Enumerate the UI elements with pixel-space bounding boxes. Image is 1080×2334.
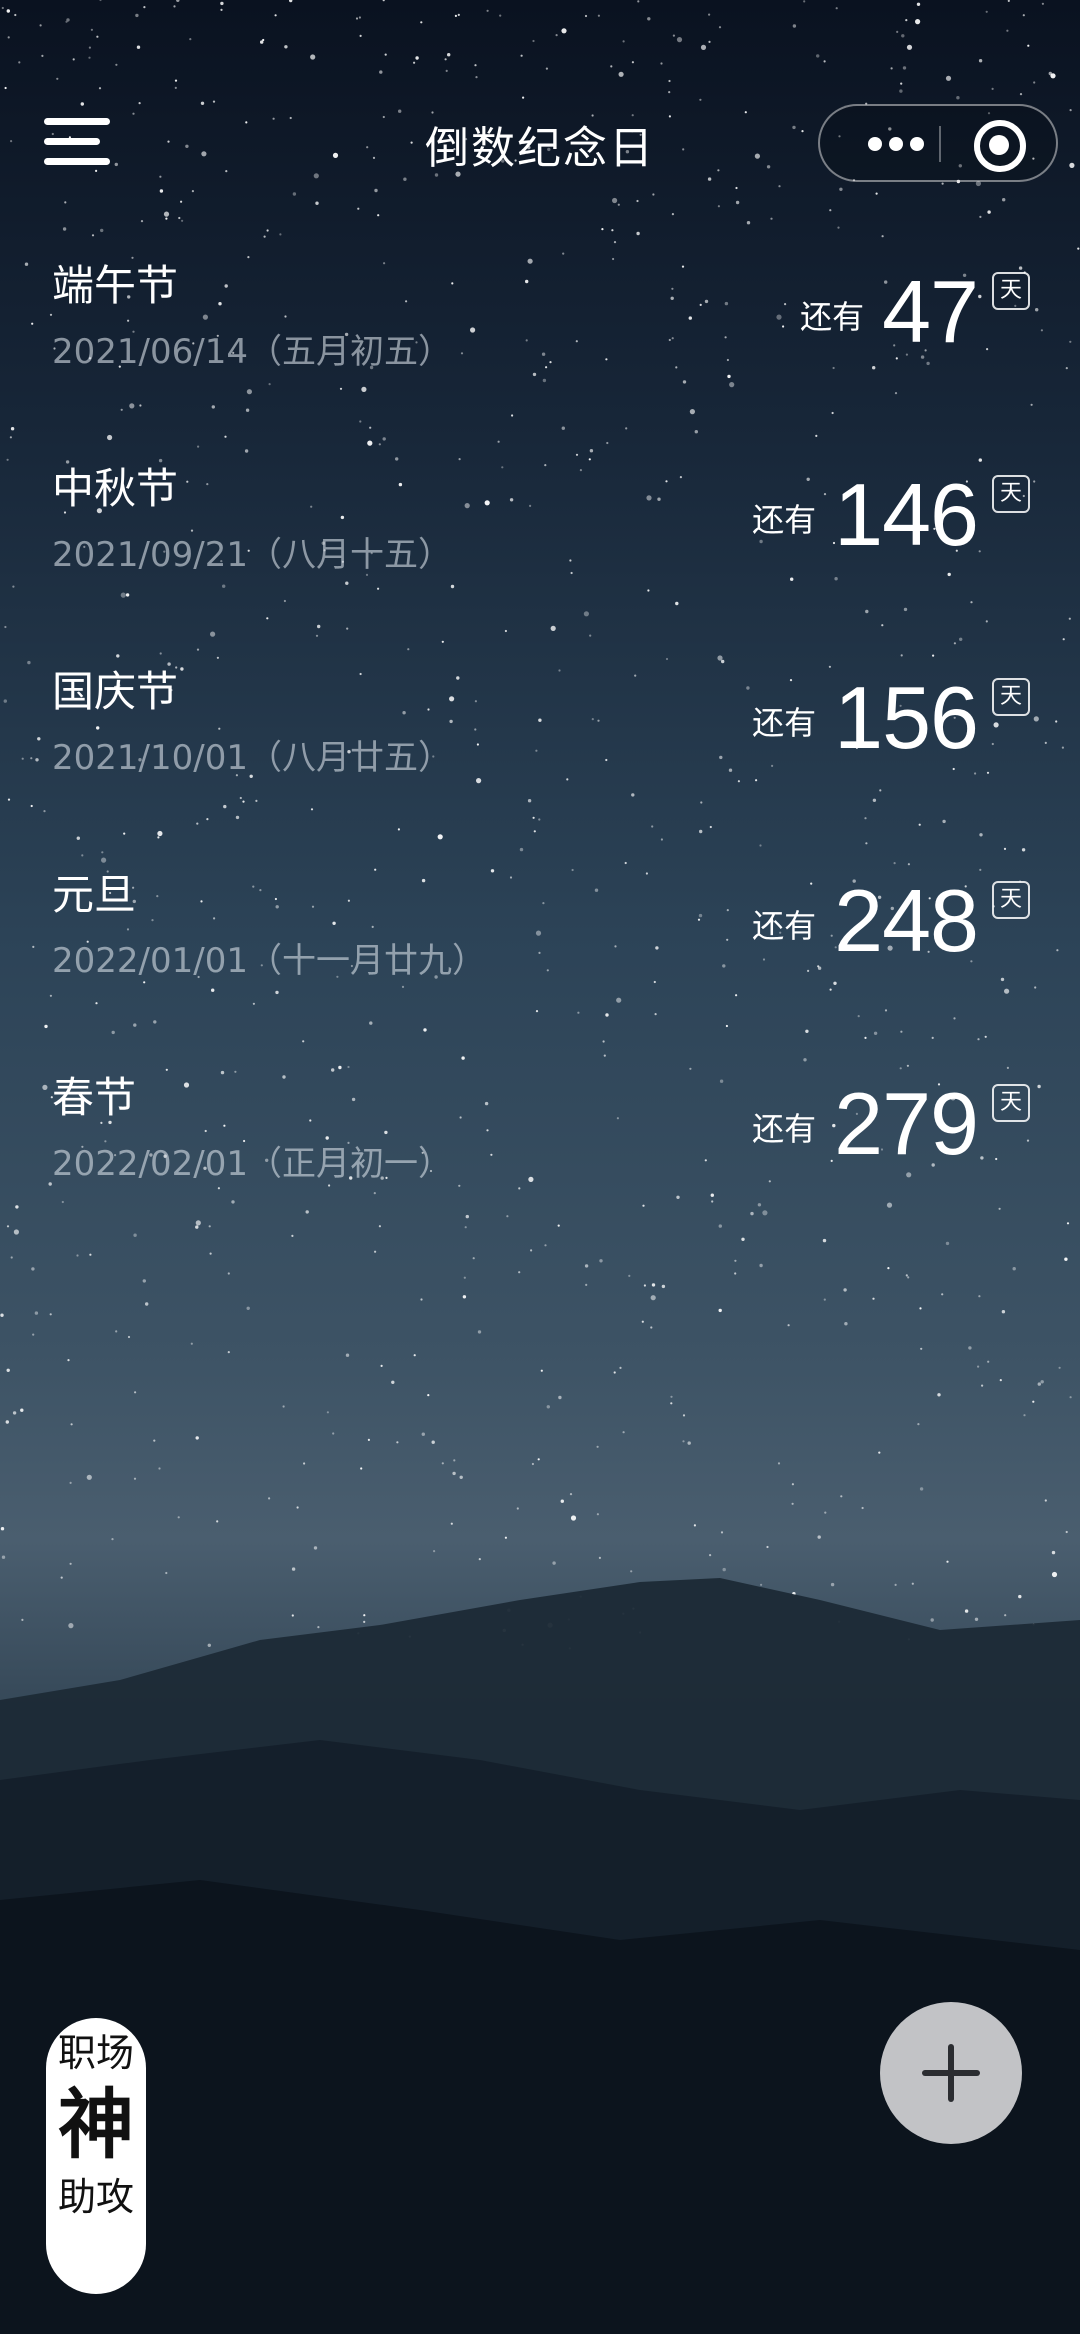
badge-line3: 助攻 — [57, 2175, 134, 2219]
days-count: 248 — [834, 871, 979, 970]
event-date: 2021/09/21（八月十五） — [52, 535, 452, 575]
day-unit-badge: 天 — [992, 272, 1030, 310]
app-screen: 倒数纪念日 端午节 2021/06/14（五月初五） 还有 47 天 中秋节 2… — [0, 0, 1080, 2334]
capsule-divider — [939, 126, 941, 162]
days-count: 47 — [882, 262, 979, 361]
days-count: 156 — [834, 668, 979, 767]
mini-program-capsule — [818, 104, 1058, 182]
countdown: 还有 156 天 — [752, 668, 1030, 767]
page-title: 倒数纪念日 — [425, 123, 655, 174]
event-date: 2021/10/01（八月廿五） — [52, 738, 452, 778]
add-event-button[interactable] — [880, 2002, 1022, 2144]
event-name: 中秋节 — [52, 464, 179, 513]
day-unit-badge: 天 — [992, 881, 1030, 919]
mini-program-close-icon[interactable] — [970, 116, 1028, 174]
remaining-label: 还有 — [752, 907, 817, 945]
event-name: 春节 — [52, 1073, 137, 1122]
more-dots-icon[interactable] — [850, 106, 930, 180]
remaining-label: 还有 — [800, 298, 865, 336]
event-name: 元旦 — [52, 870, 137, 919]
day-unit-badge: 天 — [992, 1084, 1030, 1122]
event-date: 2022/02/01（正月初一） — [52, 1144, 452, 1184]
event-item[interactable]: 端午节 2021/06/14（五月初五） 还有 47 天 — [0, 252, 1080, 432]
countdown: 还有 146 天 — [752, 465, 1030, 564]
days-count: 146 — [834, 465, 979, 564]
event-item[interactable]: 春节 2022/02/01（正月初一） 还有 279 天 — [0, 1064, 1080, 1244]
hamburger-icon — [44, 118, 110, 125]
remaining-label: 还有 — [752, 704, 817, 742]
day-unit-badge: 天 — [992, 678, 1030, 716]
event-date: 2021/06/14（五月初五） — [52, 332, 452, 372]
menu-button[interactable] — [44, 118, 112, 168]
countdown: 还有 279 天 — [752, 1074, 1030, 1173]
days-count: 279 — [834, 1074, 979, 1173]
event-name: 国庆节 — [52, 667, 179, 716]
badge-line1: 职场 — [57, 2031, 134, 2075]
event-name: 端午节 — [52, 261, 179, 310]
remaining-label: 还有 — [752, 1110, 817, 1148]
event-date: 2022/01/01（十一月廿九） — [52, 941, 486, 981]
remaining-label: 还有 — [752, 501, 817, 539]
badge-line2: 神 — [58, 2080, 134, 2169]
event-item[interactable]: 国庆节 2021/10/01（八月廿五） 还有 156 天 — [0, 658, 1080, 838]
brand-badge-logo[interactable]: 职场 神 助攻 — [46, 2018, 146, 2294]
countdown: 还有 47 天 — [800, 262, 1030, 361]
event-item[interactable]: 元旦 2022/01/01（十一月廿九） 还有 248 天 — [0, 861, 1080, 1041]
day-unit-badge: 天 — [992, 475, 1030, 513]
countdown: 还有 248 天 — [752, 871, 1030, 970]
event-item[interactable]: 中秋节 2021/09/21（八月十五） 还有 146 天 — [0, 455, 1080, 635]
